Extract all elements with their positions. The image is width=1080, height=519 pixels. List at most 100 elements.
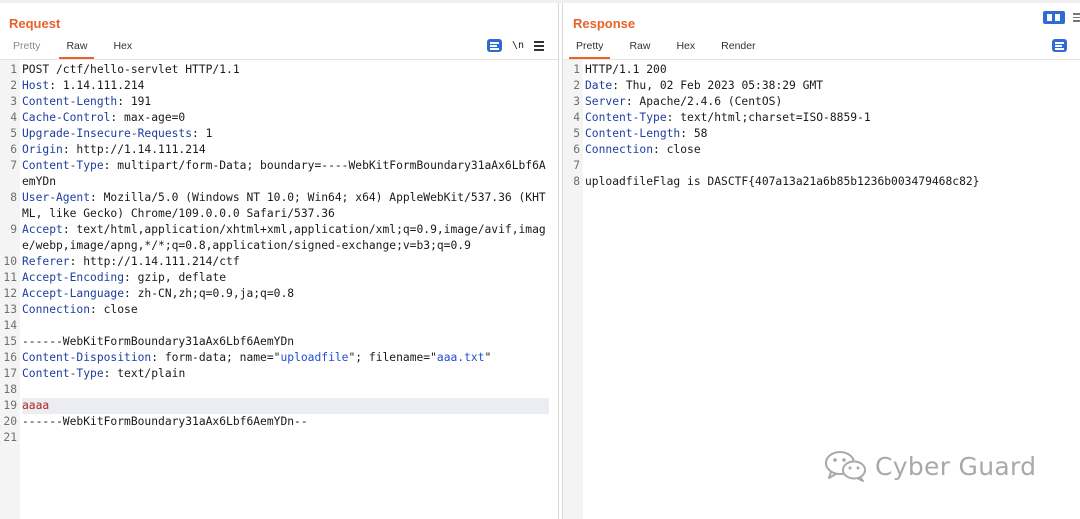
code-line[interactable]: 1 POST /ctf/hello-servlet HTTP/1.1 [0, 62, 558, 78]
line-segment: : 1.14.111.214 [49, 79, 145, 92]
code-line[interactable]: 9 Accept: text/html,application/xhtml+xml… [0, 222, 558, 254]
code-line[interactable]: 16 Content-Disposition: form-data; name="… [0, 350, 558, 366]
line-number: 11 [3, 271, 17, 284]
header-name: Connection [22, 303, 91, 316]
line-text: Referer: http://1.14.111.214/ctf [22, 254, 549, 270]
response-tab-raw[interactable]: Raw [616, 37, 663, 57]
line-text: Accept: text/html,application/xhtml+xml,… [22, 222, 549, 254]
line-number: 8 [10, 191, 17, 204]
code-line[interactable]: 18 [0, 382, 558, 398]
code-line[interactable]: 6 Origin: http://1.14.111.214 [0, 142, 558, 158]
code-line[interactable]: 7 Content-Type: multipart/form-Data; boun… [0, 158, 558, 190]
header-name: Content-Length [585, 127, 681, 140]
request-tab-raw[interactable]: Raw [53, 37, 100, 59]
header-name: Origin [22, 143, 63, 156]
split-view-icon[interactable] [1043, 11, 1065, 24]
show-newlines-button[interactable]: \n [512, 40, 524, 51]
header-name: Accept [22, 223, 63, 236]
code-line[interactable]: 7 [563, 158, 1080, 174]
code-line[interactable]: 1 HTTP/1.1 200 [563, 62, 1080, 78]
code-line[interactable]: 17 Content-Type: text/plain [0, 366, 558, 382]
line-segment: : zh-CN,zh;q=0.9,ja;q=0.8 [124, 287, 295, 300]
line-number: 2 [573, 79, 580, 92]
code-line[interactable]: 10 Referer: http://1.14.111.214/ctf [0, 254, 558, 270]
code-line[interactable]: 8 User-Agent: Mozilla/5.0 (Windows NT 10.… [0, 190, 558, 222]
line-number: 3 [573, 95, 580, 108]
string-value: aaa.txt [436, 351, 485, 364]
line-text: Server: Apache/2.4.6 (CentOS) [585, 94, 1080, 110]
line-text: Content-Type: multipart/form-Data; bound… [22, 158, 549, 190]
request-editor[interactable]: 1 POST /ctf/hello-servlet HTTP/1.1 2 Host: … [0, 62, 558, 446]
line-number: 1 [573, 63, 580, 76]
word-wrap-icon[interactable] [1052, 39, 1067, 52]
stacked-view-icon[interactable] [1073, 13, 1080, 24]
code-line[interactable]: 2 Host: 1.14.111.214 [0, 78, 558, 94]
line-segment: : form-data; name=" [151, 351, 281, 364]
code-line[interactable]: 3 Content-Length: 191 [0, 94, 558, 110]
code-line[interactable]: 13 Connection: close [0, 302, 558, 318]
line-segment: "; filename=" [348, 351, 437, 364]
line-text: Connection: close [585, 142, 1080, 158]
line-number: 18 [3, 383, 17, 396]
code-line[interactable]: 21 [0, 430, 558, 446]
response-tab-pretty[interactable]: Pretty [563, 37, 616, 59]
code-line[interactable]: 4 Content-Type: text/html;charset=ISO-885… [563, 110, 1080, 126]
code-line[interactable]: 5 Upgrade-Insecure-Requests: 1 [0, 126, 558, 142]
line-segment: uploadfileFlag is DASCTF{407a13a21a6b85b… [585, 175, 980, 188]
code-line[interactable]: 6 Connection: close [563, 142, 1080, 158]
line-segment: : 191 [117, 95, 152, 108]
line-segment: : http://1.14.111.214/ctf [69, 255, 240, 268]
word-wrap-icon[interactable] [487, 39, 502, 52]
code-line[interactable]: 12 Accept-Language: zh-CN,zh;q=0.9,ja;q=0… [0, 286, 558, 302]
response-tab-hex[interactable]: Hex [663, 37, 708, 57]
string-value: uploadfile [280, 351, 349, 364]
response-tab-render[interactable]: Render [708, 37, 768, 57]
line-number: 19 [3, 399, 17, 412]
code-line[interactable]: 11 Accept-Encoding: gzip, deflate [0, 270, 558, 286]
line-number: 12 [3, 287, 17, 300]
code-line[interactable]: 2 Date: Thu, 02 Feb 2023 05:38:29 GMT [563, 78, 1080, 94]
header-name: Connection [585, 143, 654, 156]
code-line[interactable]: 5 Content-Length: 58 [563, 126, 1080, 142]
request-tabs: Pretty Raw Hex [0, 37, 145, 59]
request-tab-hex[interactable]: Hex [100, 37, 145, 57]
request-toolbar: \n [487, 39, 545, 52]
line-segment: : http://1.14.111.214 [62, 143, 206, 156]
menu-icon[interactable] [534, 41, 545, 51]
line-segment: HTTP/1.1 200 [585, 63, 667, 76]
line-text: Upgrade-Insecure-Requests: 1 [22, 126, 549, 142]
line-text: Cache-Control: max-age=0 [22, 110, 549, 126]
line-text: Connection: close [22, 302, 549, 318]
line-number: 5 [573, 127, 580, 140]
line-segment: : text/html;charset=ISO-8859-1 [666, 111, 871, 124]
wechat-icon [825, 451, 866, 482]
line-number: 20 [3, 415, 17, 428]
line-number: 7 [573, 159, 580, 172]
line-segment: : gzip, deflate [124, 271, 227, 284]
line-number: 21 [3, 431, 17, 444]
line-number: 6 [10, 143, 17, 156]
line-text: Content-Disposition: form-data; name="up… [22, 350, 549, 366]
code-line[interactable]: 19 aaaa [0, 398, 558, 414]
line-number: 7 [10, 159, 17, 172]
code-line[interactable]: 15 ------WebKitFormBoundary31aAx6Lbf6AemY… [0, 334, 558, 350]
header-name: Server [585, 95, 626, 108]
line-segment: : 1 [192, 127, 213, 140]
line-number: 13 [3, 303, 17, 316]
line-number: 15 [3, 335, 17, 348]
code-line[interactable]: 3 Server: Apache/2.4.6 (CentOS) [563, 94, 1080, 110]
line-text: Date: Thu, 02 Feb 2023 05:38:29 GMT [585, 78, 1080, 94]
line-segment: : max-age=0 [110, 111, 186, 124]
header-name: Content-Type [22, 159, 104, 172]
code-line[interactable]: 8 uploadfileFlag is DASCTF{407a13a21a6b85… [563, 174, 1080, 190]
code-line[interactable]: 20 ------WebKitFormBoundary31aAx6Lbf6AemY… [0, 414, 558, 430]
line-number: 3 [10, 95, 17, 108]
response-editor[interactable]: 1 HTTP/1.1 200 2 Date: Thu, 02 Feb 2023 05:… [563, 62, 1080, 190]
code-line[interactable]: 14 [0, 318, 558, 334]
line-text: User-Agent: Mozilla/5.0 (Windows NT 10.0… [22, 190, 549, 222]
code-line[interactable]: 4 Cache-Control: max-age=0 [0, 110, 558, 126]
line-number: 4 [573, 111, 580, 124]
request-tab-pretty[interactable]: Pretty [0, 37, 53, 57]
line-text: Content-Type: text/plain [22, 366, 549, 382]
line-segment: " [484, 351, 492, 364]
